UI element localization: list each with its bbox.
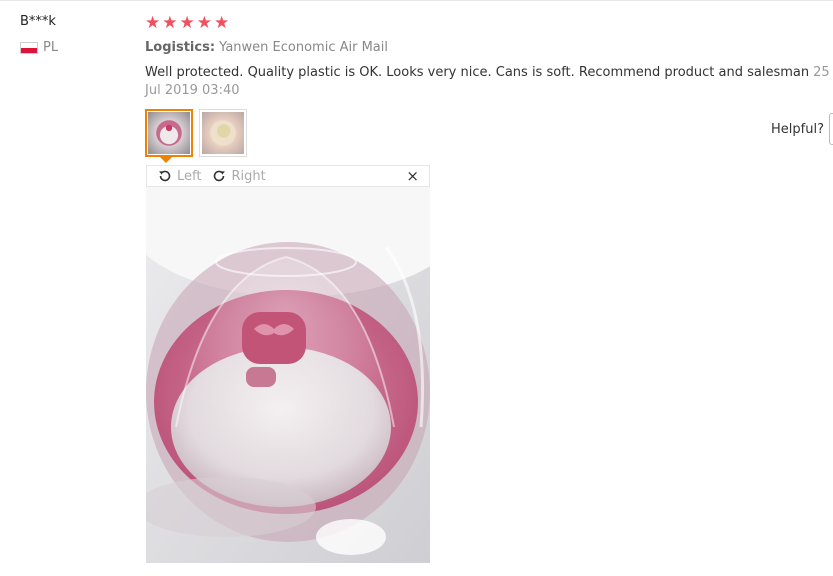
star-icon: ★ xyxy=(145,13,161,33)
review-text: Well protected. Quality plastic is OK. L… xyxy=(145,65,810,80)
rotate-left-label: Left xyxy=(177,168,202,184)
rotate-right-button[interactable]: Right xyxy=(211,168,266,184)
close-viewer-button[interactable]: × xyxy=(406,167,419,185)
helpful-button[interactable] xyxy=(829,113,833,145)
star-icon: ★ xyxy=(196,13,212,33)
review-photo-thumbnail-1[interactable] xyxy=(145,109,193,157)
logistics-label: Logistics: xyxy=(145,40,216,55)
rotate-left-button[interactable]: Left xyxy=(157,168,201,184)
star-icon: ★ xyxy=(214,13,230,33)
logistics-value: Yanwen Economic Air Mail xyxy=(219,40,388,55)
reviewer-name: B***k xyxy=(20,14,56,29)
divider xyxy=(0,0,833,1)
thumbnail-image xyxy=(202,112,244,154)
image-viewer-toolbar: Left Right × xyxy=(146,165,430,187)
review-photo-thumbnail-2[interactable] xyxy=(199,109,247,157)
star-icon: ★ xyxy=(162,13,178,33)
product-photo-image xyxy=(146,187,430,563)
review-photo-large xyxy=(146,187,430,563)
thumbnail-image xyxy=(148,112,190,154)
reviewer-country: PL xyxy=(20,40,58,55)
rotate-left-icon xyxy=(159,170,171,182)
star-icon: ★ xyxy=(179,13,195,33)
poland-flag-icon xyxy=(20,41,38,54)
star-rating: ★ ★ ★ ★ ★ xyxy=(145,13,229,33)
logistics-info: Logistics: Yanwen Economic Air Mail xyxy=(145,40,388,55)
rotate-right-label: Right xyxy=(231,168,266,184)
helpful-label: Helpful? xyxy=(771,122,824,137)
review-text-block: Well protected. Quality plastic is OK. L… xyxy=(145,64,833,100)
active-thumbnail-pointer xyxy=(160,157,172,163)
country-code: PL xyxy=(43,40,59,55)
rotate-right-icon xyxy=(214,170,226,182)
thumbnail-strip xyxy=(145,109,247,157)
